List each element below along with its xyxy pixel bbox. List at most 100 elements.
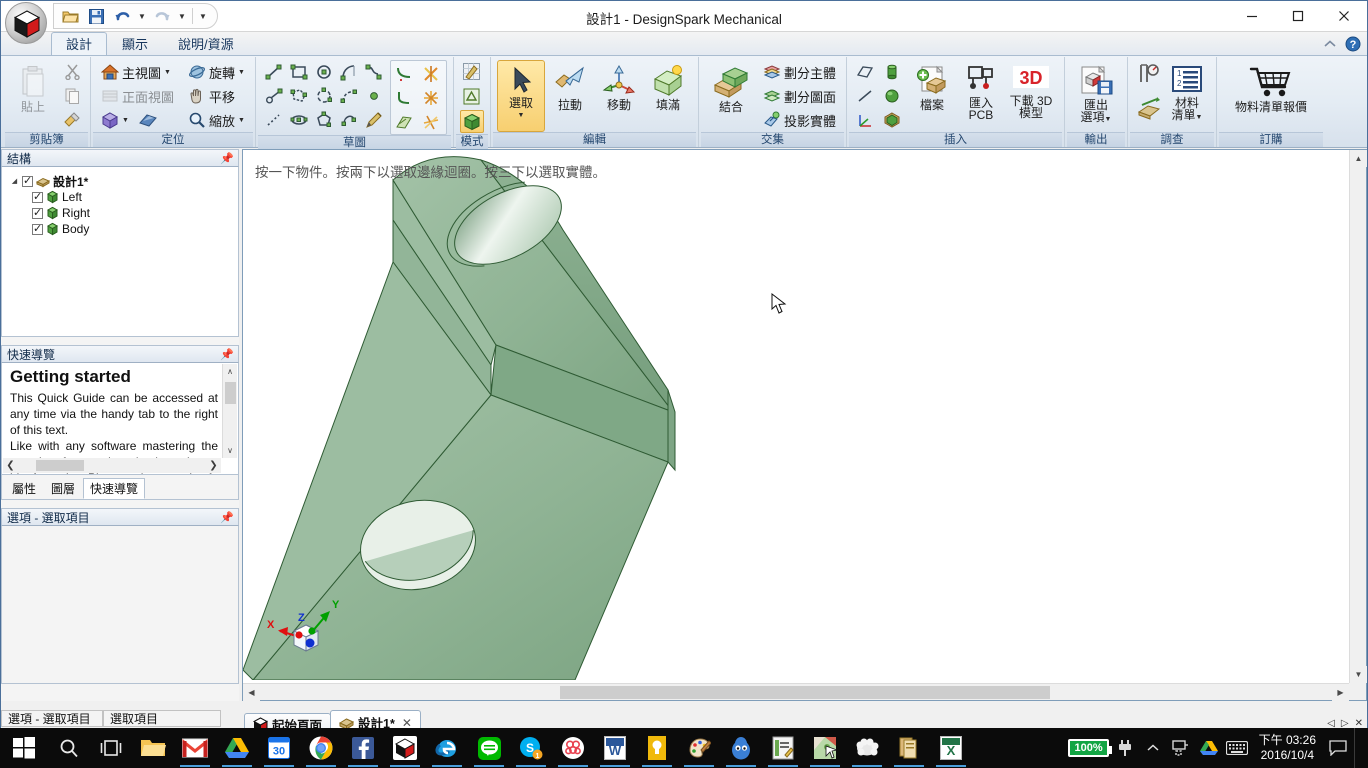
tab-design[interactable]: 設計 xyxy=(51,32,108,55)
next-arrow-icon[interactable]: ❯ xyxy=(206,460,221,471)
export-options-button[interactable]: 匯出 選項▼ xyxy=(1071,60,1121,127)
save-button[interactable] xyxy=(84,5,108,27)
power-plug-icon[interactable] xyxy=(1113,728,1137,768)
google-drive-tray-icon[interactable] xyxy=(1197,728,1221,768)
viewport-scroll-right-icon[interactable]: ▶ xyxy=(1332,683,1349,701)
sketch-tangent-line-button[interactable] xyxy=(262,84,286,107)
insert-sphere-button[interactable] xyxy=(880,84,904,107)
viewport-scroll-down-icon[interactable]: ▼ xyxy=(1350,666,1367,683)
insert-file-button[interactable]: 檔案 xyxy=(906,60,958,113)
sketch-spline-button[interactable] xyxy=(362,60,386,83)
sketch-polygon-button[interactable] xyxy=(287,84,311,107)
rotate-button[interactable]: 旋轉 ▼ xyxy=(184,60,249,84)
sketch-tangent-arc-button[interactable] xyxy=(337,84,361,107)
documents-button[interactable] xyxy=(888,728,930,768)
calendar-button[interactable]: 30 xyxy=(258,728,300,768)
3d-canvas[interactable]: 按一下物件。按兩下以選取邊緣迴圈。按三下以選取實體。 X Y Z xyxy=(243,150,1349,683)
zoom-button[interactable]: 縮放 ▼ xyxy=(184,108,249,132)
nav-thumb[interactable] xyxy=(36,460,84,471)
home-view-button[interactable]: 主視圖 ▼ xyxy=(97,60,178,84)
photos-button[interactable] xyxy=(804,728,846,768)
copy-button[interactable] xyxy=(60,84,84,107)
viewport-scroll-left-icon[interactable]: ◀ xyxy=(243,683,260,701)
break-button[interactable] xyxy=(419,110,443,133)
tree-item-body[interactable]: Body xyxy=(2,221,238,237)
tree-checkbox[interactable] xyxy=(32,206,43,219)
pin-icon[interactable]: 📌 xyxy=(220,511,234,524)
minimize-button[interactable] xyxy=(1229,1,1275,31)
mass-properties-button[interactable] xyxy=(1134,92,1164,122)
fillet-button[interactable] xyxy=(392,86,416,109)
split-button[interactable] xyxy=(419,62,443,85)
sheep-button[interactable] xyxy=(846,728,888,768)
action-center-button[interactable] xyxy=(1326,728,1350,768)
prev-arrow-icon[interactable]: ❮ xyxy=(3,460,18,471)
tab-properties[interactable]: 屬性 xyxy=(5,478,43,499)
scroll-thumb[interactable] xyxy=(225,382,236,404)
sketch-arc2-button[interactable] xyxy=(337,108,361,131)
sketch-circle-button[interactable] xyxy=(312,60,336,83)
scroll-up-icon[interactable]: ∧ xyxy=(223,364,237,379)
split-face-button[interactable]: 劃分圖面 xyxy=(759,84,840,108)
scroll-down-icon[interactable]: ∨ xyxy=(223,443,237,458)
trim-button[interactable] xyxy=(392,62,416,85)
select-tool-caret[interactable]: ▼ xyxy=(518,112,525,119)
plane-view-icon[interactable] xyxy=(138,111,158,129)
iso-view-button[interactable]: ▼ xyxy=(97,108,178,132)
undo-dropdown-arrow[interactable]: ▼ xyxy=(136,5,148,27)
tab-quick-guide[interactable]: 快速導覽 xyxy=(83,478,146,499)
insert-shell-button[interactable] xyxy=(880,108,904,131)
sketch-edit-button[interactable] xyxy=(362,108,386,131)
open-button[interactable] xyxy=(58,5,82,27)
bom-button[interactable]: 1 2 材料 清單▼ xyxy=(1164,60,1210,125)
google-drive-button[interactable] xyxy=(216,728,258,768)
tree-checkbox[interactable] xyxy=(32,222,43,235)
front-view-button[interactable]: 正面視圖 xyxy=(97,84,178,108)
close-button[interactable] xyxy=(1321,1,1367,31)
keyboard-icon[interactable] xyxy=(1225,728,1249,768)
pan-button[interactable]: 平移 xyxy=(184,84,249,108)
sketch-three-point-arc-button[interactable] xyxy=(312,84,336,107)
insert-plane-button[interactable] xyxy=(853,60,877,83)
application-menu-orb[interactable] xyxy=(5,2,47,44)
redo-button[interactable] xyxy=(150,5,174,27)
project-solid-button[interactable]: 投影實體 xyxy=(759,108,840,132)
word-button[interactable]: W xyxy=(594,728,636,768)
tree-item-left[interactable]: Left xyxy=(2,189,238,205)
zoom-caret[interactable]: ▼ xyxy=(238,117,245,124)
sketch-arc-button[interactable] xyxy=(337,60,361,83)
coordinate-axes-gizmo[interactable]: X Y Z xyxy=(258,595,348,665)
tree-item-design[interactable]: ◢ 設計1* xyxy=(2,173,238,189)
import-pcb-button[interactable]: 匯入 PCB xyxy=(958,60,1004,122)
split-body-button[interactable]: 劃分主體 xyxy=(759,60,840,84)
viewport-vertical-scrollbar[interactable]: ▲ ▼ xyxy=(1349,150,1367,683)
paint-button[interactable] xyxy=(678,728,720,768)
notes-button[interactable] xyxy=(636,728,678,768)
combine-button[interactable]: 結合 xyxy=(705,60,757,115)
internet-explorer-button[interactable] xyxy=(426,728,468,768)
home-view-caret[interactable]: ▼ xyxy=(164,69,171,76)
taskbar-clock[interactable]: 下午 03:26 2016/10/4 xyxy=(1253,733,1322,763)
rotate-caret[interactable]: ▼ xyxy=(238,69,245,76)
section-mode-button[interactable] xyxy=(460,85,484,108)
tab-display[interactable]: 顯示 xyxy=(107,32,163,55)
sketch-ellipse-button[interactable] xyxy=(287,108,311,131)
insert-cylinder-button[interactable] xyxy=(880,60,904,83)
help-icon[interactable]: ? xyxy=(1345,36,1361,52)
tree-checkbox[interactable] xyxy=(32,190,43,203)
measure-button[interactable] xyxy=(1134,60,1164,90)
sketch-rectangle-button[interactable] xyxy=(287,60,311,83)
excel-button[interactable]: X xyxy=(930,728,972,768)
insert-axis-button[interactable] xyxy=(853,84,877,107)
pin-icon[interactable]: 📌 xyxy=(220,348,234,361)
dropbox-button[interactable] xyxy=(552,728,594,768)
customize-qat-button[interactable]: ▼ xyxy=(197,5,209,27)
search-button[interactable] xyxy=(48,728,90,768)
show-hidden-icons-button[interactable] xyxy=(1141,728,1165,768)
tab-help-resources[interactable]: 說明/資源 xyxy=(163,32,249,55)
gmail-button[interactable] xyxy=(174,728,216,768)
pull-tool-button[interactable]: 拉動 xyxy=(546,60,594,113)
sketch-line-button[interactable] xyxy=(262,60,286,83)
sketch-polygon-n-button[interactable] xyxy=(312,108,336,131)
gimp-button[interactable] xyxy=(720,728,762,768)
